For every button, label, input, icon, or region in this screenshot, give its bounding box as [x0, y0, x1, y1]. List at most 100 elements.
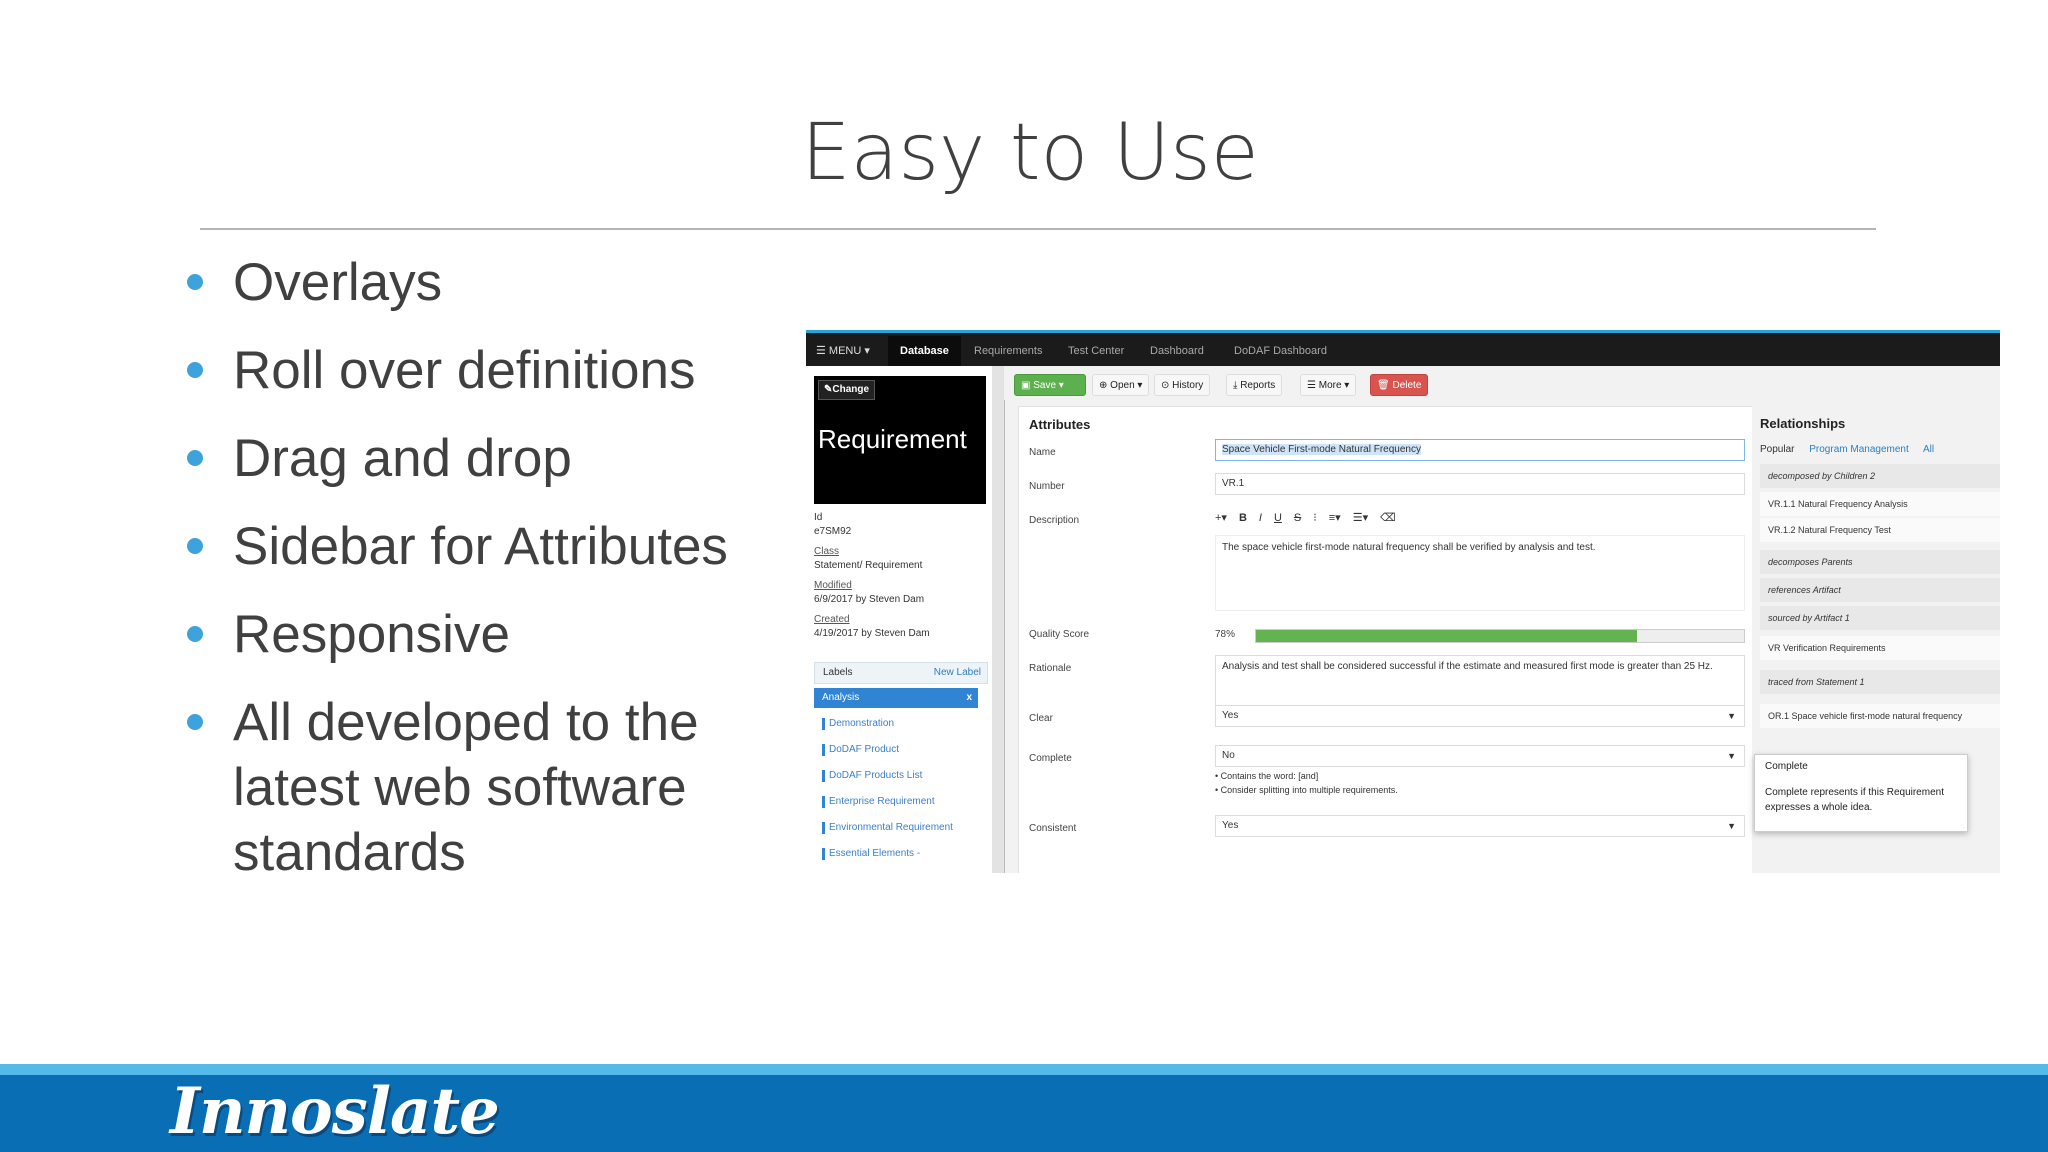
class-label: Class: [814, 546, 840, 557]
complete-label: Complete: [1029, 753, 1072, 764]
definition-tooltip: Complete Complete represents if this Req…: [1754, 754, 1968, 832]
nav-dodaf-dashboard[interactable]: DoDAF Dashboard: [1234, 340, 1327, 362]
bullet-item: Overlays: [185, 250, 785, 315]
attributes-title: Attributes: [1029, 417, 1091, 432]
tab-program-management[interactable]: Program Management: [1809, 444, 1909, 455]
bold-icon[interactable]: B: [1239, 512, 1247, 524]
innoslate-logo: Innoslate: [170, 1074, 500, 1149]
bullet-item: Sidebar for Attributes: [185, 514, 785, 579]
bullet-dot: [187, 538, 203, 554]
bullet-item: Drag and drop: [185, 426, 785, 491]
sidebar-collapse-handle[interactable]: [992, 366, 1005, 873]
clear-select[interactable]: Yes ▼: [1215, 705, 1745, 727]
more-button[interactable]: ☰ More ▾: [1300, 374, 1357, 396]
bullet-dot: [187, 450, 203, 466]
chevron-down-icon: ▼: [1727, 711, 1736, 721]
entity-type: Requirement: [818, 424, 967, 454]
complete-select[interactable]: No ▼: [1215, 745, 1745, 767]
history-button[interactable]: ⊙ History: [1154, 374, 1211, 396]
created-value: 4/19/2017 by Steven Dam: [814, 628, 930, 639]
strikethrough-icon[interactable]: S: [1294, 512, 1301, 524]
slide-title: Easy to Use: [801, 108, 1259, 198]
name-label: Name: [1029, 447, 1056, 458]
align-icon[interactable]: ≡▾: [1329, 512, 1341, 524]
id-value: e7SM92: [814, 526, 852, 537]
bullet-dot: [187, 626, 203, 642]
quality-progress-fill: [1256, 630, 1637, 642]
new-label-link[interactable]: New Label: [934, 667, 981, 678]
relationships-title: Relationships: [1760, 416, 1846, 431]
bullet-text: Roll over definitions: [233, 341, 696, 400]
tooltip-title: Complete: [1765, 761, 1808, 772]
bullet-list: Overlays Roll over definitions Drag and …: [185, 250, 785, 908]
delete-button[interactable]: 🗑 Delete: [1370, 374, 1429, 396]
bullet-list-icon[interactable]: ☰▾: [1353, 512, 1368, 524]
relationship-row[interactable]: references Artifact: [1760, 578, 2000, 602]
open-icon: ⊕: [1099, 380, 1111, 391]
bullet-dot: [187, 362, 203, 378]
nav-database[interactable]: Database: [888, 336, 961, 366]
label-item[interactable]: Environmental Requirement: [822, 822, 953, 834]
eraser-icon[interactable]: ⌫: [1380, 512, 1396, 524]
chevron-down-icon: ▼: [1727, 751, 1736, 761]
labels-header: Labels New Label: [814, 662, 988, 684]
tooltip-body: Complete represents if this Requirement …: [1765, 787, 1944, 813]
label-selected[interactable]: Analysis x: [814, 688, 978, 708]
relationship-row[interactable]: VR Verification Requirements: [1760, 636, 2000, 660]
bullet-text: All developed to the latest web software…: [233, 693, 699, 882]
nav-requirements[interactable]: Requirements: [974, 340, 1042, 362]
menu-button[interactable]: ☰ MENU ▾: [816, 340, 870, 362]
tab-popular[interactable]: Popular: [1760, 444, 1794, 455]
relationship-tabs: Popular Program Management All: [1760, 444, 1934, 455]
rationale-field[interactable]: Analysis and test shall be considered su…: [1215, 655, 1745, 709]
save-button[interactable]: ▣ Save ▾: [1014, 374, 1086, 396]
bullet-dot: [187, 274, 203, 290]
complete-hint: • Consider splitting into multiple requi…: [1215, 785, 1398, 795]
relationship-row[interactable]: OR.1 Space vehicle first-mode natural fr…: [1760, 704, 2000, 728]
reports-button[interactable]: ⤓ Reports: [1226, 374, 1283, 396]
labels-title: Labels: [823, 667, 853, 678]
insert-icon[interactable]: +▾: [1215, 512, 1227, 524]
number-field[interactable]: VR.1: [1215, 473, 1745, 495]
change-button[interactable]: ✎Change: [818, 380, 876, 400]
relationship-row[interactable]: decomposed by Children 2: [1760, 464, 2000, 488]
name-field[interactable]: Space Vehicle First-mode Natural Frequen…: [1215, 439, 1745, 461]
chevron-down-icon: ▼: [1727, 821, 1736, 831]
quality-progress-bar: [1255, 629, 1745, 643]
nav-dashboard[interactable]: Dashboard: [1150, 340, 1204, 362]
bullet-text: Responsive: [233, 605, 510, 664]
relationship-row[interactable]: traced from Statement 1: [1760, 670, 2000, 694]
tab-all[interactable]: All: [1923, 444, 1934, 455]
clear-label: Clear: [1029, 713, 1053, 724]
italic-icon[interactable]: I: [1259, 512, 1262, 524]
modified-label: Modified: [814, 580, 852, 591]
created-label: Created: [814, 614, 850, 625]
relationship-row[interactable]: sourced by Artifact 1: [1760, 606, 2000, 630]
label-item[interactable]: DoDAF Products List: [822, 770, 922, 782]
label-item[interactable]: Essential Elements -: [822, 848, 920, 860]
bullet-dot: [187, 714, 203, 730]
consistent-label: Consistent: [1029, 823, 1077, 834]
open-button[interactable]: ⊕ Open ▾: [1092, 374, 1150, 396]
floppy-icon: ▣: [1021, 380, 1034, 391]
label-item[interactable]: Enterprise Requirement: [822, 796, 935, 808]
description-editor[interactable]: The space vehicle first-mode natural fre…: [1215, 535, 1745, 611]
label-item[interactable]: DoDAF Product: [822, 744, 899, 756]
relationship-row[interactable]: VR.1.2 Natural Frequency Test: [1760, 518, 2000, 542]
quality-percent: 78%: [1215, 629, 1236, 640]
app-screenshot: ☰ MENU ▾ Database Requirements Test Cent…: [806, 330, 2000, 873]
nav-test-center[interactable]: Test Center: [1068, 340, 1124, 362]
clock-icon: ⊙: [1161, 380, 1173, 391]
title-divider: [200, 228, 1876, 230]
remove-label-icon[interactable]: x: [966, 688, 972, 708]
relationship-row[interactable]: decomposes Parents: [1760, 550, 2000, 574]
more-options-icon[interactable]: ⁝: [1313, 512, 1317, 524]
underline-icon[interactable]: U: [1274, 512, 1282, 524]
label-item[interactable]: Demonstration: [822, 718, 894, 730]
relationship-row[interactable]: VR.1.1 Natural Frequency Analysis: [1760, 492, 2000, 516]
id-label: Id: [814, 512, 823, 523]
consistent-select[interactable]: Yes ▼: [1215, 815, 1745, 837]
trash-icon: 🗑: [1377, 380, 1393, 391]
attributes-panel: Attributes Name Space Vehicle First-mode…: [1018, 406, 1754, 873]
modified-value: 6/9/2017 by Steven Dam: [814, 594, 925, 605]
